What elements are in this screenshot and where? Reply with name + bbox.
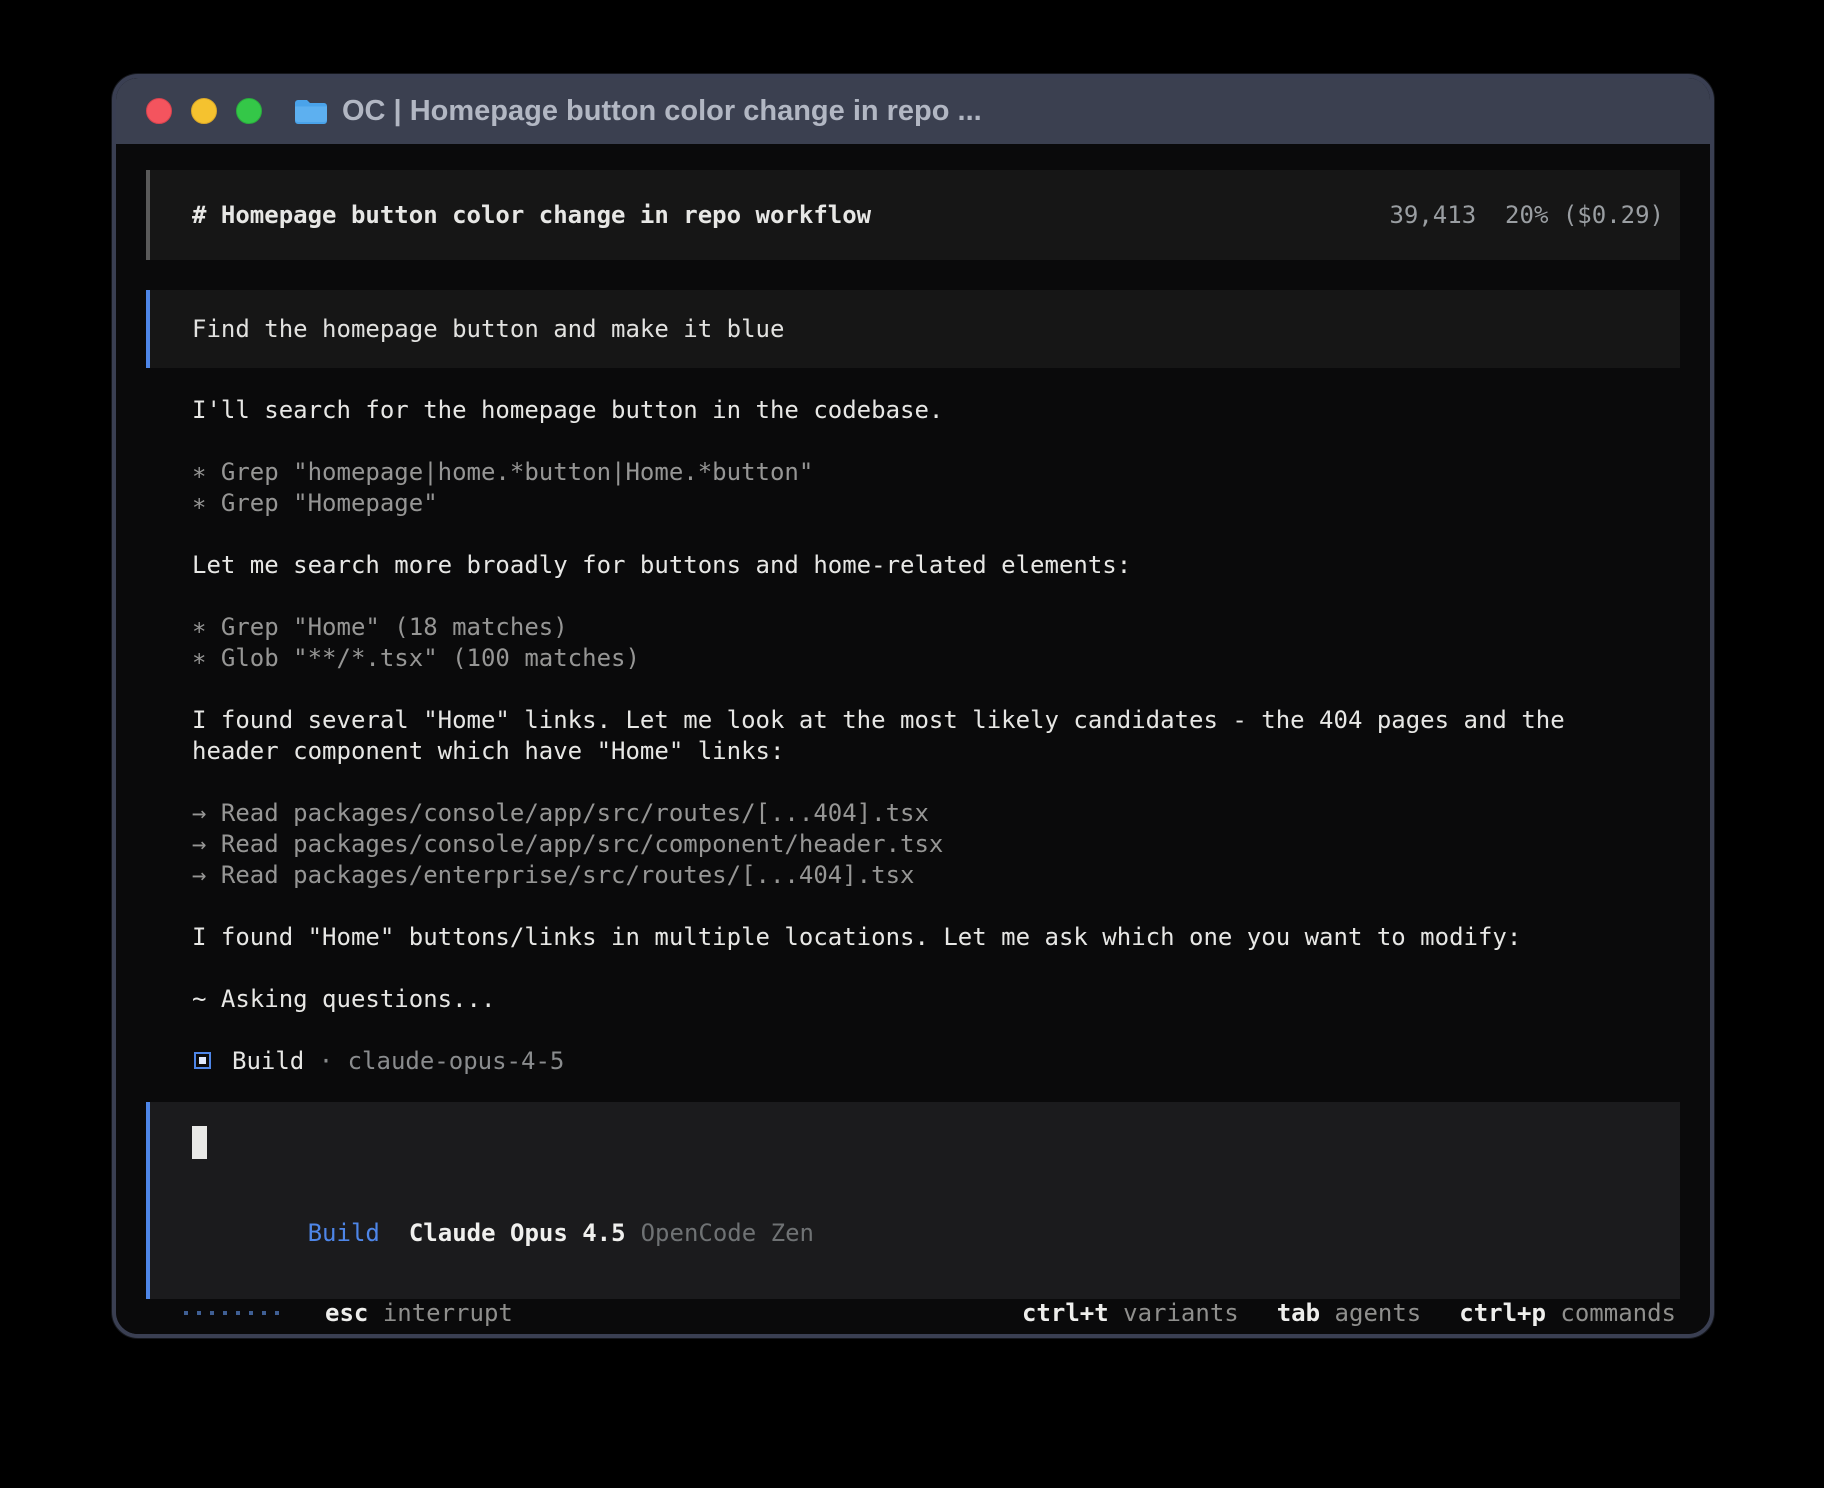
text-segment: Build: [232, 1047, 304, 1075]
provider-name: OpenCode Zen: [641, 1219, 814, 1247]
text-segment: header component which have "Home" links…: [192, 737, 784, 765]
status-activity-line: ~ Asking questions...: [192, 983, 1680, 1014]
keybind-key: ctrl+p: [1459, 1299, 1546, 1327]
text-cursor: [192, 1126, 207, 1159]
build-agent-icon: [194, 1052, 211, 1069]
tool-call-read: → Read packages/console/app/src/componen…: [192, 828, 1680, 859]
blank-line: [192, 673, 1680, 704]
agent-mode-label[interactable]: Build: [308, 1219, 380, 1247]
text-segment: → Read packages/console/app/src/routes/[…: [192, 799, 929, 827]
text-segment: ∗ Grep "Home" (18 matches): [192, 613, 568, 641]
keybind-label: agents: [1320, 1299, 1421, 1327]
folder-icon: [294, 98, 328, 125]
text-segment: I found "Home" buttons/links in multiple…: [192, 923, 1521, 951]
tool-call-grep: ∗ Grep "homepage|home.*button|Home.*butt…: [192, 456, 1680, 487]
keybind-label: [368, 1299, 382, 1327]
keybind-label: commands: [1546, 1299, 1676, 1327]
text-segment: ∗ Grep "Homepage": [192, 489, 438, 517]
text-segment: I'll search for the homepage button in t…: [192, 396, 943, 424]
text-segment: I found several "Home" links. Let me loo…: [192, 706, 1565, 734]
assistant-text-line: header component which have "Home" links…: [192, 735, 1680, 766]
agent-status-line: Build · claude-opus-4-5: [192, 1045, 1680, 1076]
spinner-dot: [249, 1311, 253, 1315]
status-left: esc interrupt: [184, 1299, 513, 1327]
session-title: # Homepage button color change in repo w…: [192, 201, 871, 229]
text-segment: ~ Asking questions...: [192, 985, 495, 1013]
keybind-key: tab: [1277, 1299, 1320, 1327]
assistant-text-line: I found several "Home" links. Let me loo…: [192, 704, 1680, 735]
spinner-dot: [210, 1311, 214, 1315]
blank-line: [192, 518, 1680, 549]
text-segment: ·: [304, 1047, 347, 1075]
keybind-key: esc: [325, 1299, 368, 1327]
blank-line: [192, 952, 1680, 983]
user-message: Find the homepage button and make it blu…: [146, 290, 1680, 368]
window-title: OC | Homepage button color change in rep…: [342, 95, 982, 128]
keybind-hint-variants: ctrl+t variants: [1022, 1299, 1239, 1327]
keybind-hint-commands: ctrl+p commands: [1459, 1299, 1676, 1327]
prompt-cursor-line: [192, 1126, 1680, 1163]
model-status-line: Build Claude Opus 4.5 OpenCode Zen: [192, 1191, 1680, 1275]
session-token-stats: 39,413 20% ($0.29): [1389, 201, 1664, 229]
blank-line: [192, 580, 1680, 611]
spinner-dot: [262, 1311, 266, 1315]
tool-call-read: → Read packages/console/app/src/routes/[…: [192, 797, 1680, 828]
spinner-dot: [223, 1311, 227, 1315]
minimize-button[interactable]: [191, 98, 217, 124]
tool-call-glob: ∗ Glob "**/*.tsx" (100 matches): [192, 642, 1680, 673]
terminal-content: # Homepage button color change in repo w…: [116, 144, 1710, 1338]
text-segment: ∗ Glob "**/*.tsx" (100 matches): [192, 644, 640, 672]
maximize-button[interactable]: [236, 98, 262, 124]
text-segment: → Read packages/console/app/src/componen…: [192, 830, 943, 858]
text-segment: claude-opus-4-5: [348, 1047, 565, 1075]
blank-line: [192, 890, 1680, 921]
keybind-hint-agents: tab agents: [1277, 1299, 1422, 1327]
assistant-text-line: I'll search for the homepage button in t…: [192, 394, 1680, 425]
keybind-label: interrupt: [383, 1299, 513, 1327]
tool-call-grep: ∗ Grep "Home" (18 matches): [192, 611, 1680, 642]
blank-line: [192, 425, 1680, 456]
session-header: # Homepage button color change in repo w…: [146, 170, 1680, 260]
close-button[interactable]: [146, 98, 172, 124]
progress-dots: [184, 1311, 279, 1315]
spinner-dot: [184, 1311, 188, 1315]
traffic-lights: [146, 98, 262, 124]
blank-line: [192, 1014, 1680, 1045]
transcript: I'll search for the homepage button in t…: [192, 394, 1680, 1076]
keybind-hint-interrupt: esc interrupt: [325, 1299, 513, 1327]
spinner-dot: [275, 1311, 279, 1315]
tool-call-read: → Read packages/enterprise/src/routes/[.…: [192, 859, 1680, 890]
text-segment: ∗ Grep "homepage|home.*button|Home.*butt…: [192, 458, 813, 486]
assistant-text-line: I found "Home" buttons/links in multiple…: [192, 921, 1680, 952]
spinner-dot: [197, 1311, 201, 1315]
text-segment: → Read packages/enterprise/src/routes/[.…: [192, 861, 914, 889]
text-segment: Let me search more broadly for buttons a…: [192, 551, 1131, 579]
status-bar: esc interrupt ctrl+t variantstab agentsc…: [146, 1299, 1680, 1327]
keybind-label: variants: [1109, 1299, 1239, 1327]
model-name: Claude Opus 4.5: [409, 1219, 626, 1247]
spinner-dot: [236, 1311, 240, 1315]
keybind-key: ctrl+t: [1022, 1299, 1109, 1327]
prompt-input[interactable]: Build Claude Opus 4.5 OpenCode Zen: [146, 1102, 1680, 1299]
window-titlebar[interactable]: OC | Homepage button color change in rep…: [116, 78, 1710, 144]
tool-call-grep: ∗ Grep "Homepage": [192, 487, 1680, 518]
blank-line: [192, 766, 1680, 797]
terminal-window: OC | Homepage button color change in rep…: [112, 74, 1714, 1338]
user-message-text: Find the homepage button and make it blu…: [192, 315, 784, 343]
assistant-text-line: Let me search more broadly for buttons a…: [192, 549, 1680, 580]
status-right: ctrl+t variants tab agents ctrl+p commands: [1022, 1299, 1676, 1327]
